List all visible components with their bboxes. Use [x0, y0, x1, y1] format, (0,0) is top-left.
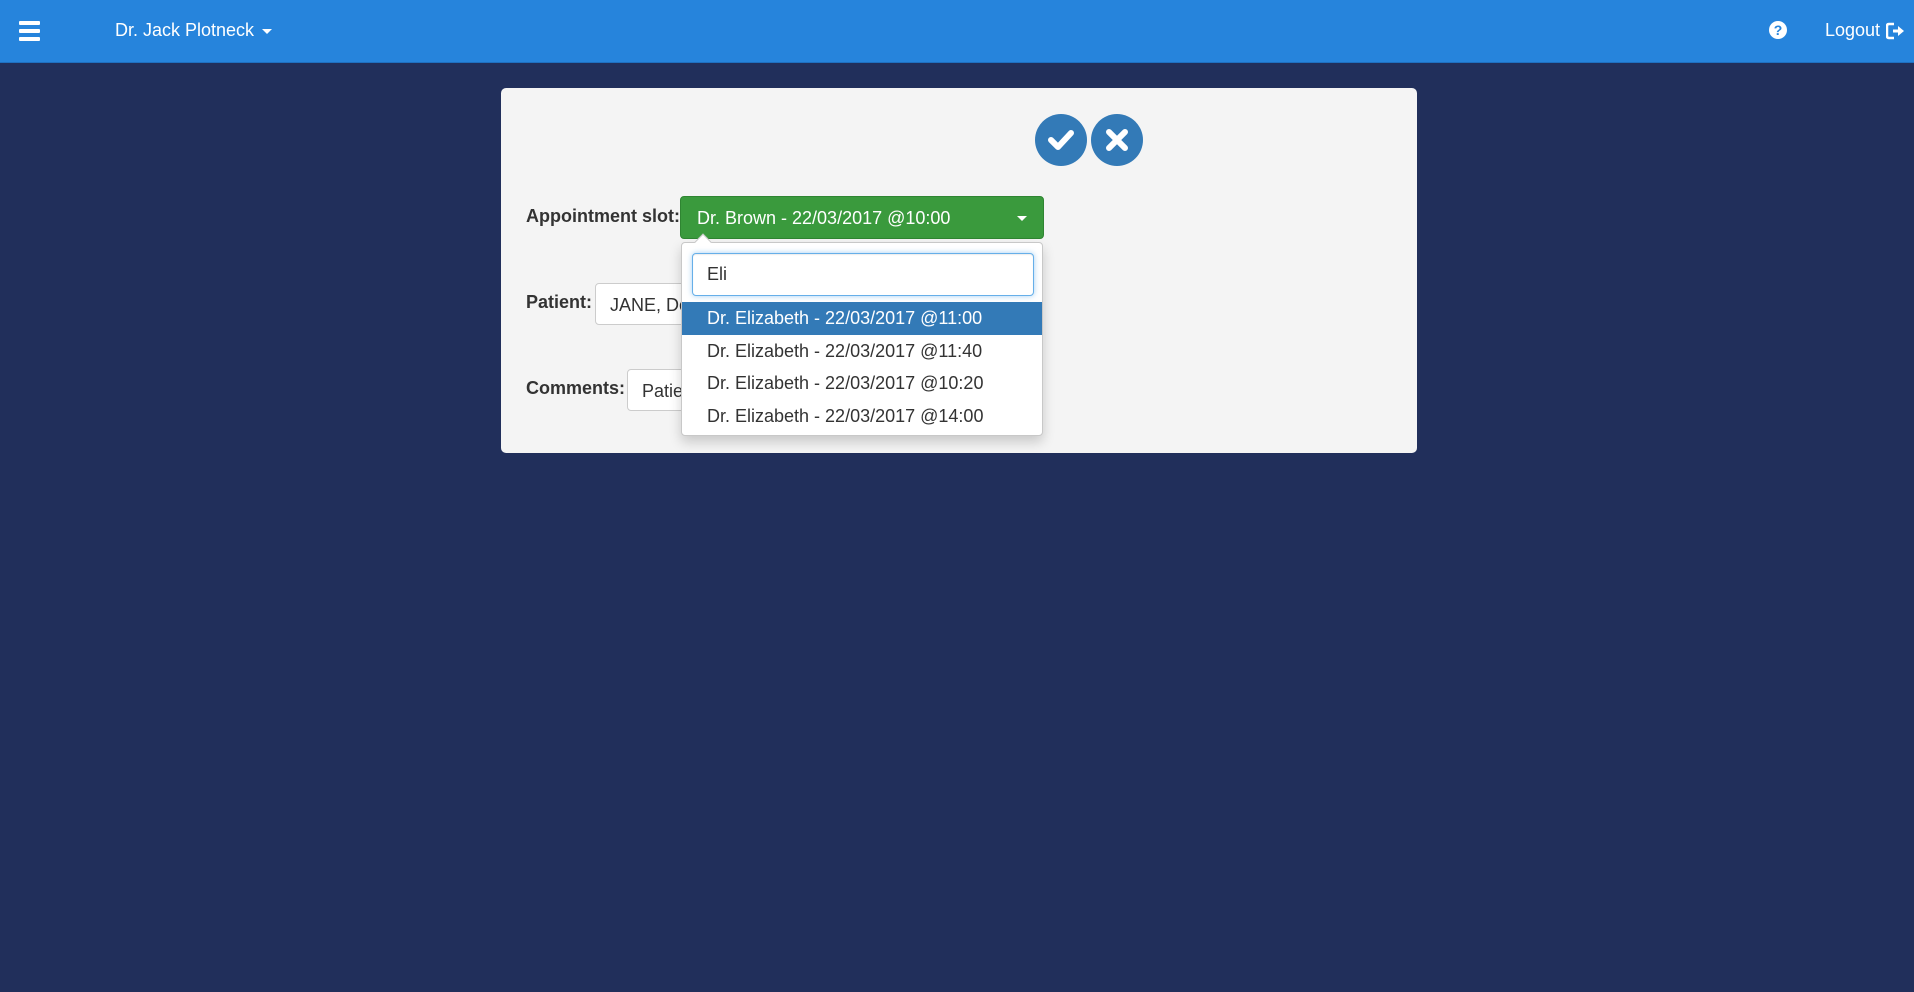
- comments-field[interactable]: Patie: [627, 369, 687, 411]
- confirm-button[interactable]: [1035, 114, 1087, 166]
- chevron-down-icon: [1017, 216, 1027, 221]
- patient-label: Patient:: [526, 292, 593, 312]
- slot-option[interactable]: Dr. Elizabeth - 22/03/2017 @11:40: [682, 335, 1042, 368]
- appointment-slot-select[interactable]: Dr. Brown - 22/03/2017 @10:00: [680, 196, 1044, 239]
- user-name: Dr. Jack Plotneck: [115, 20, 255, 40]
- help-icon[interactable]: ?: [1769, 21, 1787, 39]
- slot-options-list: Dr. Elizabeth - 22/03/2017 @11:00 Dr. El…: [682, 302, 1042, 432]
- appointment-slot-dropdown: Dr. Elizabeth - 22/03/2017 @11:00 Dr. El…: [681, 233, 1043, 436]
- x-icon: [1106, 129, 1128, 151]
- appointment-slot-label: Appointment slot:: [526, 206, 680, 226]
- cancel-button[interactable]: [1091, 114, 1143, 166]
- caret-down-icon: [262, 29, 273, 34]
- slot-option[interactable]: Dr. Elizabeth - 22/03/2017 @11:00: [682, 302, 1042, 335]
- slot-option[interactable]: Dr. Elizabeth - 22/03/2017 @14:00: [682, 400, 1042, 433]
- appointment-form-card: Appointment slot: Dr. Brown - 22/03/2017…: [501, 88, 1417, 453]
- comments-label: Comments:: [526, 378, 626, 398]
- top-navbar: Dr. Jack Plotneck ? Logout: [0, 0, 1914, 63]
- hamburger-menu-icon[interactable]: [19, 21, 40, 41]
- user-menu-dropdown[interactable]: Dr. Jack Plotneck: [115, 20, 273, 41]
- checkmark-icon: [1048, 130, 1074, 150]
- logout-button[interactable]: Logout: [1825, 20, 1906, 41]
- patient-field[interactable]: JANE, Do: [595, 283, 685, 325]
- logout-label: Logout: [1825, 20, 1881, 40]
- slot-option[interactable]: Dr. Elizabeth - 22/03/2017 @10:20: [682, 367, 1042, 400]
- logout-icon: [1886, 22, 1905, 39]
- slot-search-input[interactable]: [692, 253, 1034, 296]
- appointment-slot-value: Dr. Brown - 22/03/2017 @10:00: [697, 208, 951, 228]
